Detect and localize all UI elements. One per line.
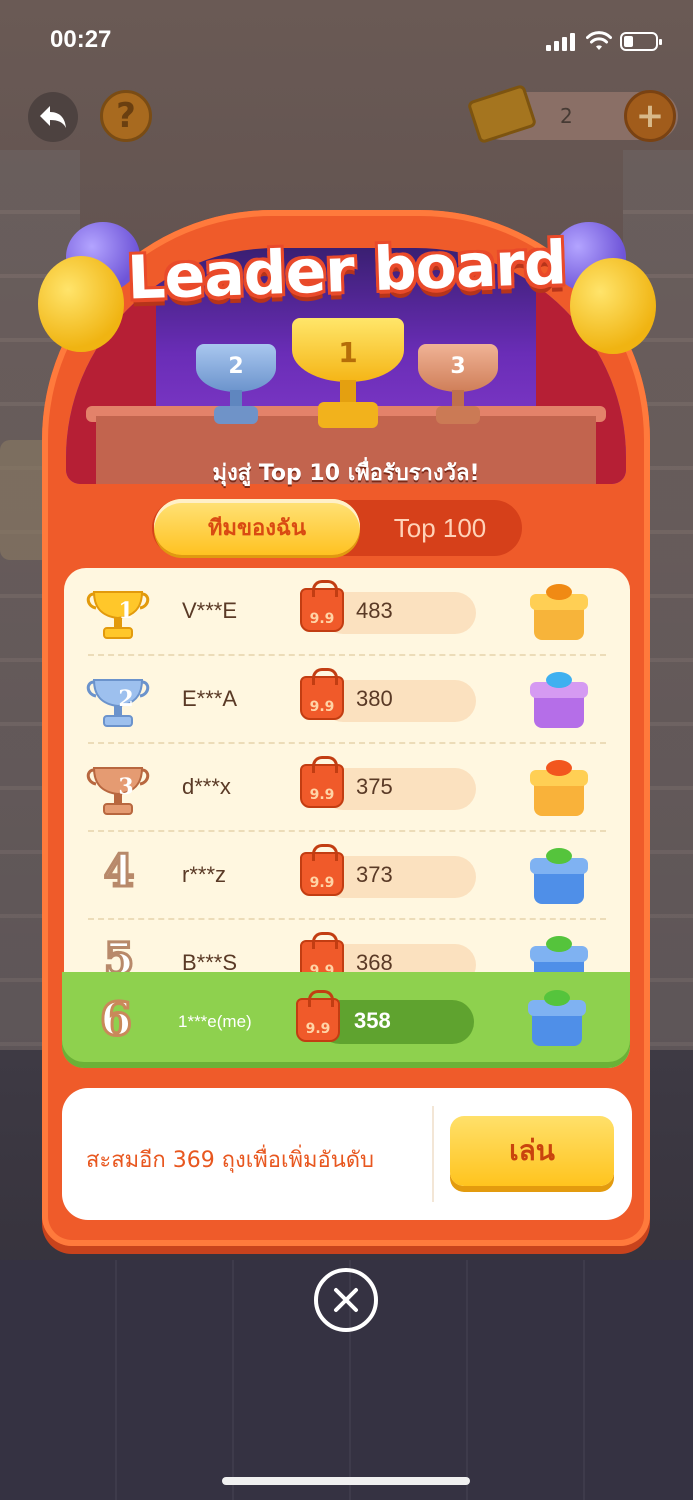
back-button[interactable] bbox=[28, 92, 78, 142]
shopping-bag-icon: 9.9 bbox=[300, 580, 344, 632]
list-item: 3 d***x 9.9 375 bbox=[64, 744, 630, 832]
ticket-count: 2 bbox=[560, 104, 573, 128]
shopping-bag-icon: 9.9 bbox=[300, 844, 344, 896]
gift-box-icon[interactable] bbox=[530, 584, 588, 642]
player-name: V***E bbox=[182, 598, 238, 623]
shopping-bag-icon: 9.9 bbox=[300, 756, 344, 808]
player-name: r***z bbox=[182, 862, 227, 887]
my-rank-row: 6 1***e(me) 9.9 358 bbox=[62, 972, 630, 1068]
trophy-third-icon: 3 bbox=[418, 344, 498, 428]
player-score: 483 bbox=[356, 598, 393, 623]
player-name: d***x bbox=[182, 774, 231, 799]
shopping-bag-icon: 9.9 bbox=[296, 990, 340, 1042]
close-button[interactable] bbox=[314, 1268, 378, 1332]
tab-my-team[interactable]: ทีมของฉัน bbox=[154, 499, 360, 555]
help-button[interactable]: ? bbox=[100, 90, 152, 142]
battery-icon bbox=[620, 32, 662, 51]
rank-number: 4 bbox=[102, 845, 136, 899]
player-name: E***A bbox=[182, 686, 238, 711]
my-score: 358 bbox=[354, 1008, 391, 1033]
tab-top-100[interactable]: Top 100 bbox=[365, 500, 515, 556]
leaderboard-subtitle: มุ่งสู่ Top 10 เพื่อรับรางวัล! bbox=[212, 461, 480, 486]
back-arrow-icon bbox=[40, 106, 66, 128]
my-score-bar bbox=[318, 1000, 474, 1044]
shopping-bag-icon: 9.9 bbox=[300, 668, 344, 720]
action-card: สะสมอีก 369 ถุงเพื่อเพิ่มอันดับ เล่น bbox=[62, 1088, 632, 1220]
gift-box-icon[interactable] bbox=[530, 848, 588, 906]
player-score: 375 bbox=[356, 774, 393, 799]
list-item: 4 r***z 9.9 373 bbox=[64, 832, 630, 920]
close-icon bbox=[334, 1288, 358, 1312]
trophy-second-icon: 2 bbox=[196, 344, 276, 428]
score-bar bbox=[322, 592, 476, 634]
score-bar bbox=[322, 768, 476, 810]
player-score: 373 bbox=[356, 862, 393, 887]
rank-number: 3 bbox=[118, 774, 134, 800]
rank-number: 1 bbox=[118, 598, 134, 624]
my-player-name: 1***e(me) bbox=[178, 1012, 252, 1031]
signal-icon bbox=[546, 33, 575, 51]
score-bar bbox=[322, 680, 476, 722]
add-ticket-button[interactable]: + bbox=[624, 90, 676, 142]
score-bar bbox=[322, 856, 476, 898]
play-button[interactable]: เล่น bbox=[450, 1116, 614, 1186]
gift-box-icon[interactable] bbox=[530, 760, 588, 818]
rank-number: 2 bbox=[118, 686, 134, 712]
list-item: 1 V***E 9.9 483 bbox=[64, 568, 630, 656]
list-item: 2 E***A 9.9 380 bbox=[64, 656, 630, 744]
wifi-icon bbox=[586, 31, 612, 50]
my-rank-number: 6 bbox=[98, 991, 133, 1048]
gift-box-icon[interactable] bbox=[530, 672, 588, 730]
player-score: 380 bbox=[356, 686, 393, 711]
rank-up-hint: สะสมอีก 369 ถุงเพื่อเพิ่มอันดับ bbox=[86, 1148, 375, 1173]
divider bbox=[432, 1106, 434, 1202]
trophy-first-icon: 1 bbox=[292, 318, 404, 434]
status-time: 00:27 bbox=[50, 26, 112, 53]
home-indicator[interactable] bbox=[222, 1477, 470, 1485]
status-bar: 00:27 bbox=[0, 0, 693, 80]
gift-box-icon[interactable] bbox=[528, 990, 586, 1048]
